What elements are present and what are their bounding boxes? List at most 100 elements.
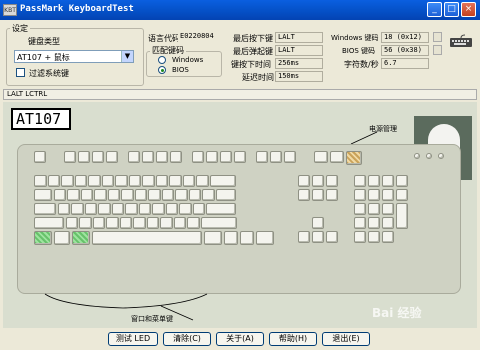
- filter-system-keys-label: 过滤系统键: [29, 69, 69, 78]
- clear-button[interactable]: 清除(C): [163, 332, 211, 346]
- match-windows-radio[interactable]: [158, 56, 166, 64]
- key-function: [78, 151, 90, 163]
- test-led-button[interactable]: 测试 LED: [108, 332, 158, 346]
- key-char: [74, 175, 87, 187]
- last-released-value: LALT: [275, 45, 323, 56]
- windows-keycode-value: 18 (0x12): [381, 32, 429, 43]
- key-char: [179, 203, 192, 215]
- about-button[interactable]: 关于(A): [216, 332, 264, 346]
- key-numpad: [382, 217, 394, 229]
- key-numpad: [382, 203, 394, 215]
- settings-group-label: 设定: [10, 23, 30, 34]
- key-char: [173, 217, 186, 229]
- key-char: [106, 217, 119, 229]
- match-bios-label: BIOS: [172, 66, 189, 74]
- key-modifier: [34, 217, 64, 229]
- key-char: [107, 189, 120, 201]
- key-nav: [298, 189, 310, 201]
- press-time-value: 256ms: [275, 58, 323, 69]
- lock-indicator-light: [438, 153, 444, 159]
- keyboard-type-select[interactable]: AT107 + 鼠标 ▼: [14, 50, 134, 63]
- key-char: [188, 189, 201, 201]
- help-button[interactable]: 帮助(H): [269, 332, 317, 346]
- exit-button[interactable]: 退出(E): [322, 332, 370, 346]
- key-function: [206, 151, 218, 163]
- key-numpad: [354, 189, 366, 201]
- key-numpad: [368, 175, 380, 187]
- delay-label: 延迟时间: [242, 73, 274, 82]
- key-char: [57, 203, 70, 215]
- key-numpad: [382, 189, 394, 201]
- key-numpad: [368, 189, 380, 201]
- keyboard-type-value: AT107 + 鼠标: [17, 53, 70, 62]
- key-numpad: [368, 217, 380, 229]
- key-modifier: [34, 203, 56, 215]
- key-char: [202, 189, 215, 201]
- chars-per-sec-value: 6.7: [381, 58, 429, 69]
- keyboard-model: AT107: [11, 108, 71, 130]
- key-sleep: [330, 151, 344, 163]
- chars-per-sec-label: 字符数/秒: [344, 60, 379, 69]
- key-char: [146, 217, 159, 229]
- key-char: [94, 189, 107, 201]
- maximize-button[interactable]: □: [444, 2, 459, 17]
- key-wide: [200, 217, 237, 229]
- key-wide: [206, 203, 236, 215]
- match-windows-label: Windows: [172, 56, 204, 64]
- filter-system-keys-checkbox[interactable]: [16, 68, 25, 77]
- key-numpad: [354, 217, 366, 229]
- key-char: [187, 217, 200, 229]
- key-nav: [312, 189, 324, 201]
- delay-value: 150ms: [275, 71, 323, 82]
- key-char: [169, 175, 182, 187]
- bios-keycode-label: BIOS 键码: [342, 47, 376, 55]
- key-esc: [34, 151, 46, 163]
- windows-keycode-label: Windows 键码: [331, 34, 379, 42]
- key-space: [92, 231, 202, 245]
- key-char: [53, 189, 66, 201]
- key-char: [148, 189, 161, 201]
- key-char: [119, 217, 132, 229]
- key-lctrl: [34, 231, 52, 245]
- key-down: [312, 231, 324, 243]
- key-char: [98, 203, 111, 215]
- key-char: [111, 203, 124, 215]
- key-char: [155, 175, 168, 187]
- key-left: [298, 231, 310, 243]
- key-char: [138, 203, 151, 215]
- key-function: [170, 151, 182, 163]
- key-char: [101, 175, 114, 187]
- key-char: [79, 217, 92, 229]
- chevron-down-icon[interactable]: ▼: [121, 51, 133, 62]
- key-char: [142, 175, 155, 187]
- keyboard-area: AT107 电源管理 窗口和菜单键: [3, 102, 477, 328]
- keyboard-type-label: 键盘类型: [28, 37, 60, 46]
- key-nav: [298, 175, 310, 187]
- lock-indicator-light: [426, 153, 432, 159]
- key-function: [92, 151, 104, 163]
- window-menu-keys-label: 窗口和菜单键: [131, 315, 173, 323]
- window-title: PassMark KeyboardTest: [20, 4, 134, 14]
- match-keycode-label: 匹配键码: [150, 45, 186, 56]
- key-numpad: [382, 231, 394, 243]
- key-function: [128, 151, 140, 163]
- key-char: [152, 203, 165, 215]
- key-pause: [284, 151, 296, 163]
- key-char: [67, 189, 80, 201]
- minimize-button[interactable]: _: [427, 2, 442, 17]
- match-bios-radio[interactable]: [158, 66, 166, 74]
- key-char: [92, 217, 105, 229]
- close-button[interactable]: ×: [461, 2, 476, 17]
- key-char: [165, 203, 178, 215]
- keyboard-body: [17, 144, 461, 294]
- key-char: [61, 175, 74, 187]
- key-char: [182, 175, 195, 187]
- key-numpad: [396, 175, 408, 187]
- key-char: [192, 203, 205, 215]
- key-char: [88, 175, 101, 187]
- indicator-box-1: [433, 32, 442, 42]
- key-char: [196, 175, 209, 187]
- key-char: [128, 175, 141, 187]
- key-function: [156, 151, 168, 163]
- key-menu: [240, 231, 254, 245]
